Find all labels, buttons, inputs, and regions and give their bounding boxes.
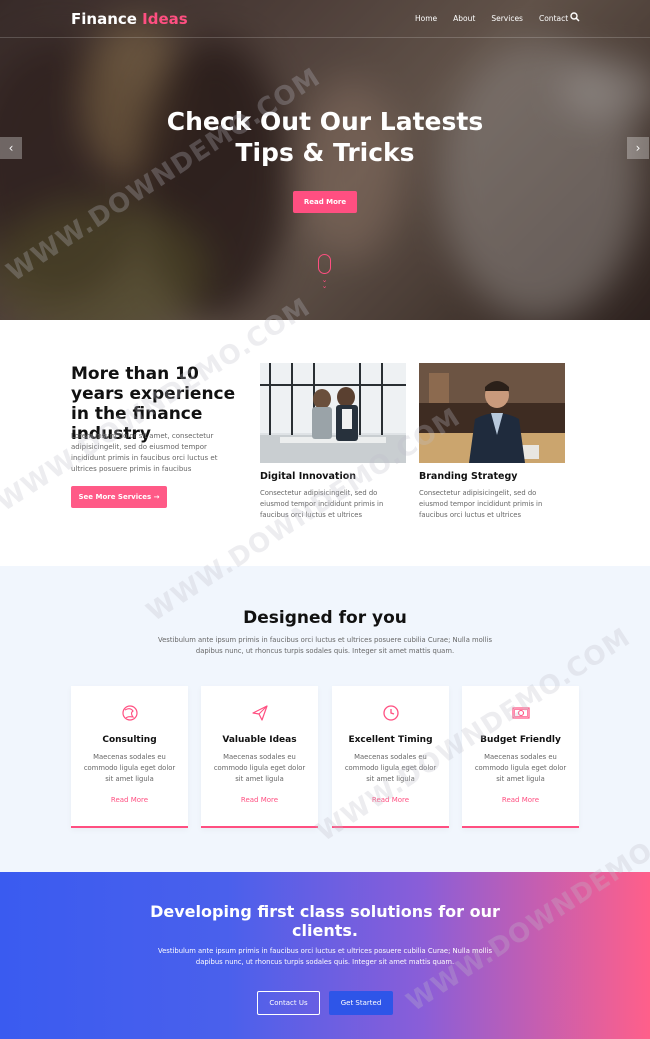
globe-icon xyxy=(122,705,138,721)
experience-text: Lorem ipsum dolor sit amet, consectetur … xyxy=(71,432,218,473)
get-started-button[interactable]: Get Started xyxy=(329,991,393,1015)
service-title: Consulting xyxy=(102,735,157,745)
service-read-more-link[interactable]: Read More xyxy=(462,796,579,804)
hero-section: Finance Ideas Home About Services Contac… xyxy=(0,0,650,320)
service-card-excellent-timing: Excellent Timing Maecenas sodales eu com… xyxy=(332,686,449,828)
designed-subtitle: Vestibulum ante ipsum primis in faucibus… xyxy=(157,636,493,655)
paper-plane-icon xyxy=(252,705,268,721)
top-navbar: Finance Ideas Home About Services Contac… xyxy=(0,0,650,38)
service-text: Maecenas sodales eu commodo ligula eget … xyxy=(213,753,306,783)
nav-about[interactable]: About xyxy=(453,14,475,23)
slider-prev-button[interactable]: ‹ xyxy=(0,137,22,159)
designed-title: Designed for you xyxy=(243,608,407,628)
hero-title: Check Out Our Latests Tips & Tricks xyxy=(100,106,550,168)
service-text: Maecenas sodales eu commodo ligula eget … xyxy=(344,753,437,783)
card-text-branding-strategy: Consectetur adipisicingelit, sed do eius… xyxy=(419,489,543,519)
card-text-digital-innovation: Consectetur adipisicingelit, sed do eius… xyxy=(260,489,384,519)
hero-title-line2: Tips & Tricks xyxy=(235,138,415,167)
service-card-consulting: Consulting Maecenas sodales eu commodo l… xyxy=(71,686,188,828)
service-card-valuable-ideas: Valuable Ideas Maecenas sodales eu commo… xyxy=(201,686,318,828)
contact-us-button[interactable]: Contact Us xyxy=(257,991,320,1015)
nav-contact[interactable]: Contact xyxy=(539,14,568,23)
service-read-more-link[interactable]: Read More xyxy=(201,796,318,804)
service-title: Valuable Ideas xyxy=(222,735,297,745)
scroll-mouse-icon[interactable] xyxy=(318,254,331,274)
hero-read-more-button[interactable]: Read More xyxy=(293,191,357,213)
chevron-right-icon: › xyxy=(635,141,641,155)
chevron-left-icon: ‹ xyxy=(8,141,14,155)
service-read-more-link[interactable]: Read More xyxy=(332,796,449,804)
slider-next-button[interactable]: › xyxy=(627,137,649,159)
card-title-branding-strategy: Branding Strategy xyxy=(419,471,518,482)
cta-title: Developing first class solutions for our… xyxy=(150,902,500,940)
digital-innovation-image xyxy=(260,363,406,463)
card-title-digital-innovation: Digital Innovation xyxy=(260,471,356,482)
hero-title-line1: Check Out Our Latests xyxy=(166,107,484,136)
nav-home[interactable]: Home xyxy=(415,14,437,23)
see-more-services-button[interactable]: See More Services → xyxy=(71,486,167,508)
service-text: Maecenas sodales eu commodo ligula eget … xyxy=(474,753,567,783)
service-card-budget-friendly: Budget Friendly Maecenas sodales eu comm… xyxy=(462,686,579,828)
money-icon xyxy=(512,707,530,719)
branding-strategy-image xyxy=(419,363,565,463)
service-text: Maecenas sodales eu commodo ligula eget … xyxy=(83,753,176,783)
service-title: Budget Friendly xyxy=(480,735,561,745)
logo-accent-text: Ideas xyxy=(142,10,188,28)
cta-subtitle: Vestibulum ante ipsum primis in faucibus… xyxy=(157,947,493,966)
main-menu: Home About Services Contact xyxy=(415,14,584,23)
search-icon[interactable] xyxy=(570,12,580,22)
nav-services[interactable]: Services xyxy=(491,14,523,23)
logo-text: Finance xyxy=(71,10,137,28)
clock-icon xyxy=(383,705,399,721)
service-title: Excellent Timing xyxy=(348,735,433,745)
chevron-down-icon: ⌄ ⌄ xyxy=(321,276,328,290)
service-read-more-link[interactable]: Read More xyxy=(71,796,188,804)
logo[interactable]: Finance Ideas xyxy=(71,10,188,28)
